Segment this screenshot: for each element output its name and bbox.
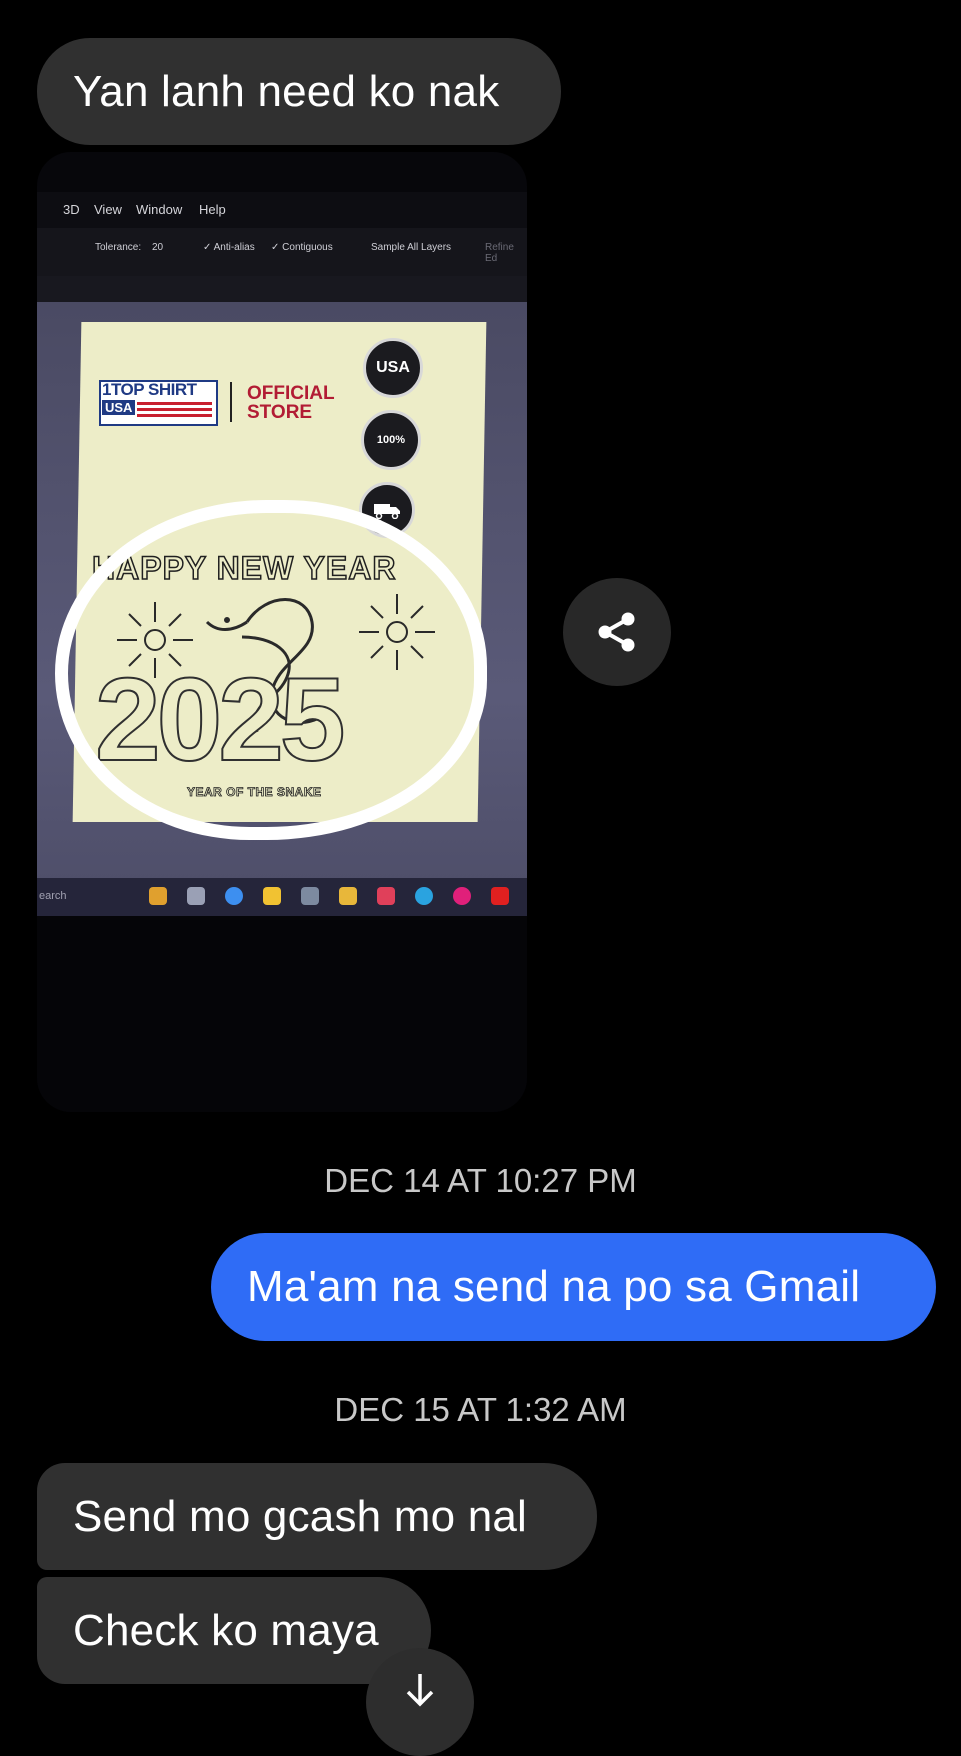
store-line: STORE xyxy=(247,402,313,423)
logo-usa: USA xyxy=(102,400,136,415)
menu-item: View xyxy=(94,202,122,217)
message-text: Ma'am na send na po sa Gmail xyxy=(247,1262,861,1311)
scroll-to-bottom-button[interactable] xyxy=(366,1648,474,1756)
folder-icon xyxy=(263,887,281,905)
option-label: Tolerance: xyxy=(95,242,142,253)
message-bubble-incoming[interactable]: Yan lanh need ko nak xyxy=(37,38,561,145)
taskbar-app-icon xyxy=(301,887,319,905)
option-label: ✓ Contiguous xyxy=(271,242,333,253)
badge-text: USA xyxy=(376,359,410,376)
badge-text: 100% xyxy=(376,434,406,446)
share-icon xyxy=(598,612,635,652)
taskbar-app-icon xyxy=(377,887,395,905)
taskbar-app-icon xyxy=(339,887,357,905)
message-text: Yan lanh need ko nak xyxy=(73,66,500,116)
photo-attachment[interactable]: 3D View Window Help Tolerance: 20 ✓ Anti… xyxy=(37,152,527,1112)
photo-bottom-area xyxy=(37,916,527,1112)
menu-item: Help xyxy=(199,202,226,217)
message-text: Check ko maya xyxy=(73,1605,379,1655)
truck-icon xyxy=(374,504,400,519)
option-label: Refine Ed xyxy=(485,242,514,264)
usa-badge: USA xyxy=(363,338,423,398)
quality-badge: 100% xyxy=(361,410,421,470)
edge-icon xyxy=(415,887,433,905)
hand-drawn-circle xyxy=(55,500,487,840)
menu-item: 3D xyxy=(63,202,80,217)
taskbar-app-icon xyxy=(187,887,205,905)
logo-text: 1TOP SHIRT xyxy=(102,380,197,399)
taskbar-app-icon xyxy=(491,887,509,905)
menu-item: Window xyxy=(136,202,183,217)
option-label: Sample All Layers xyxy=(371,242,452,253)
share-button[interactable] xyxy=(563,578,671,686)
option-label: ✓ Anti-alias xyxy=(203,242,255,253)
option-value: 20 xyxy=(152,242,164,253)
taskbar-search: earch xyxy=(39,890,67,902)
message-bubble-incoming[interactable]: Send mo gcash mo nal xyxy=(37,1463,597,1570)
message-bubble-outgoing[interactable]: Ma'am na send na po sa Gmail xyxy=(211,1233,936,1341)
taskbar-app-icon xyxy=(149,887,167,905)
message-text: Send mo gcash mo nal xyxy=(73,1491,528,1541)
taskbar-app-icon xyxy=(225,887,243,905)
message-bubble-incoming[interactable]: Check ko maya xyxy=(37,1577,431,1684)
official-store-text: OFFICIAL STORE xyxy=(247,384,335,422)
timestamp-separator: DEC 15 AT 1:32 AM xyxy=(334,1391,627,1428)
flag-stripes xyxy=(137,402,212,420)
arrow-down-icon xyxy=(406,1674,434,1707)
timestamp-separator: DEC 14 AT 10:27 PM xyxy=(324,1162,637,1199)
taskbar-app-icon xyxy=(453,887,471,905)
logo-divider xyxy=(230,382,232,422)
official-line: OFFICIAL xyxy=(247,383,335,404)
